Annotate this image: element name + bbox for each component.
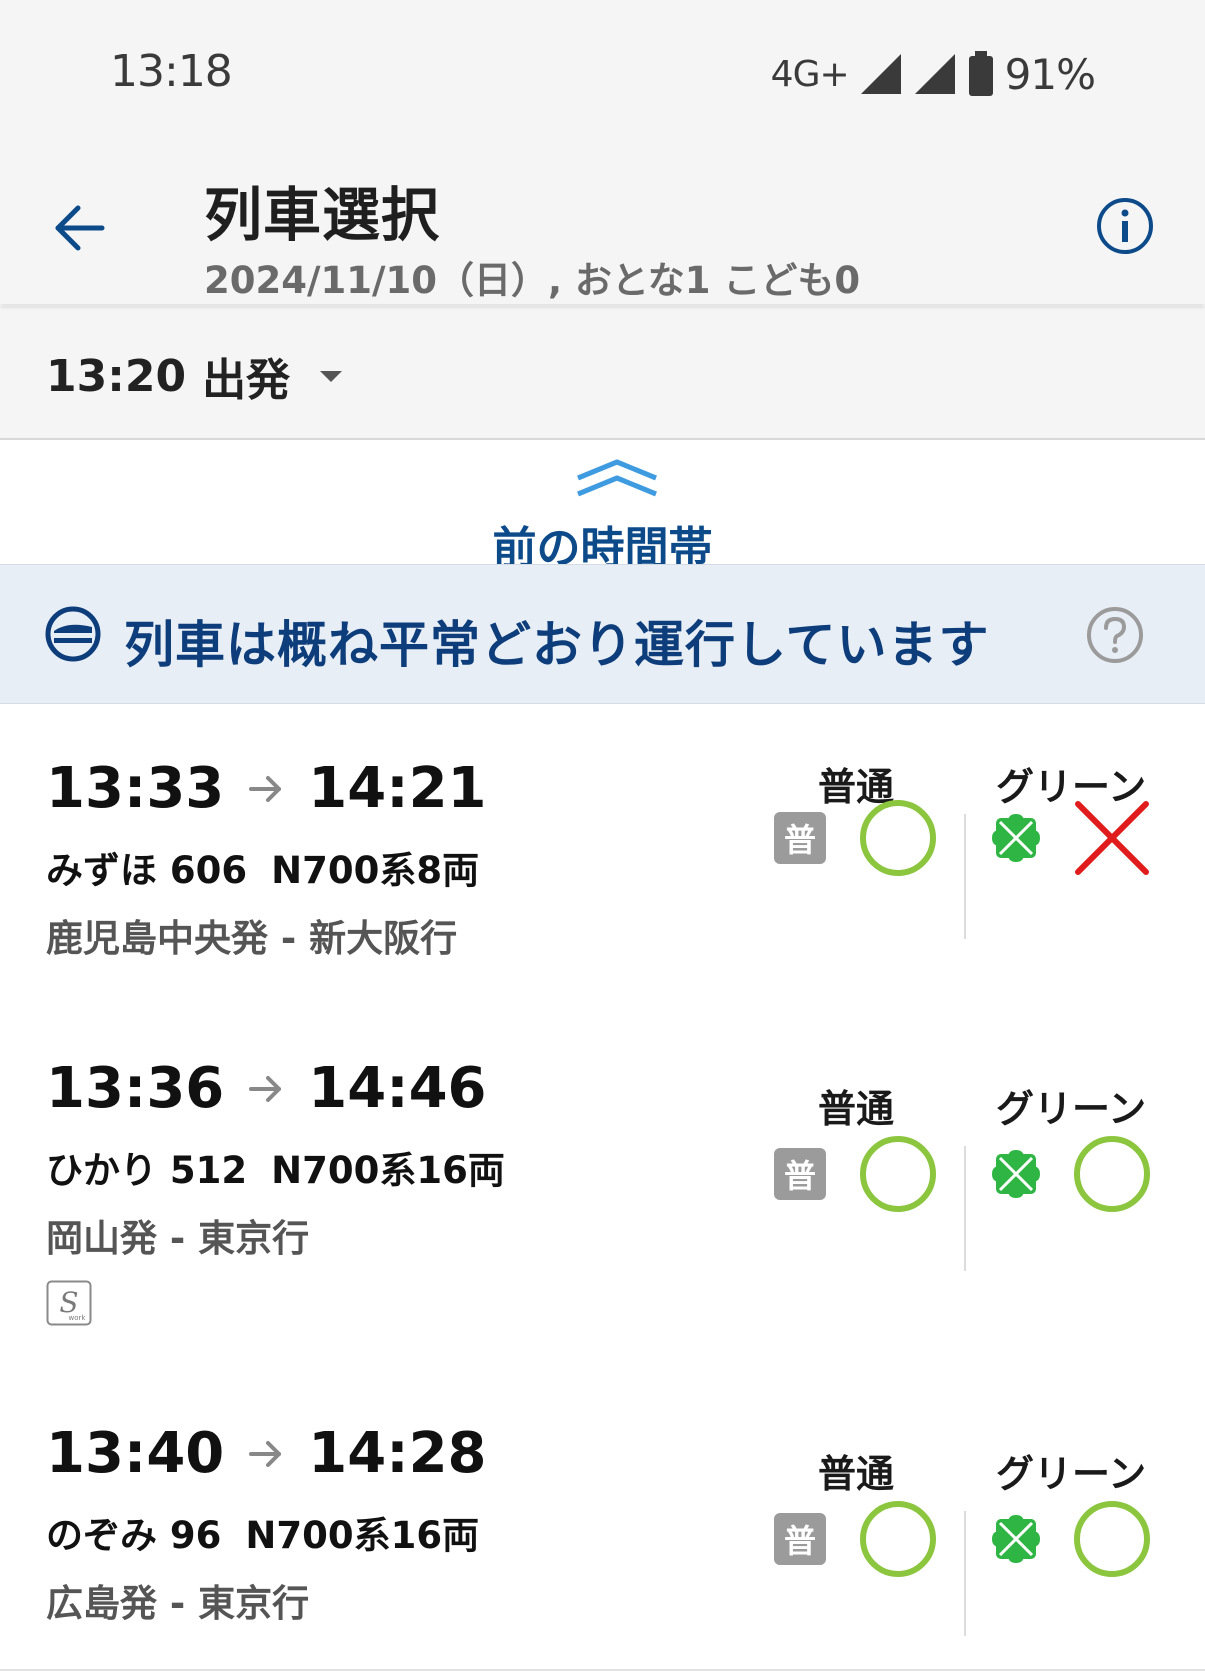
green-car-icon	[992, 1150, 1040, 1198]
status-bar: 13:18 4G+ 91%	[0, 0, 1205, 140]
train-name: ひかり 512 N700系16両	[46, 1140, 505, 1194]
arrow-right-icon	[249, 1075, 282, 1102]
signal-icon	[860, 54, 901, 94]
green-car-icon	[992, 814, 1040, 862]
train-row[interactable]: 13:40 14:28 のぞみ 96 N700系16両広島発 - 東京行 普通 グリー…	[0, 1369, 1205, 1671]
train-number: みずほ 606	[46, 849, 248, 892]
back-arrow-icon[interactable]	[50, 198, 110, 258]
train-car-type: N700系8両	[271, 849, 480, 892]
s-work-icon: Swork	[46, 1280, 92, 1326]
train-route: 鹿児島中央発 - 新大阪行	[46, 917, 458, 960]
green-column-header: グリーン	[996, 1087, 1147, 1131]
green-column-header: グリーン	[996, 1452, 1147, 1496]
page-title: 列車選択	[204, 181, 441, 249]
ordinary-badge: 普	[774, 812, 826, 864]
column-divider	[964, 1146, 966, 1271]
departure-time: 13:36	[46, 1056, 225, 1121]
departure-label: 出発	[202, 355, 291, 406]
train-number: ひかり 512	[46, 1149, 248, 1192]
ordinary-badge: 普	[774, 1148, 826, 1200]
row-times: 13:33 14:21	[46, 756, 487, 821]
ordinary-availability-circle-icon[interactable]	[858, 1499, 938, 1579]
train-name: みずほ 606 N700系8両	[46, 840, 479, 894]
time-selector-bar: 13:20 出発	[0, 306, 1205, 440]
ordinary-column-header: 普通	[818, 1452, 895, 1496]
train-name: のぞみ 96 N700系16両	[46, 1505, 479, 1559]
double-chevron-up-icon	[577, 459, 657, 497]
signal-icon	[914, 54, 955, 94]
battery-percent: 91%	[1004, 49, 1096, 99]
departure-time: 13:40	[46, 1421, 225, 1486]
arrow-right-icon	[249, 1440, 282, 1467]
page-subtitle: 2024/11/10（日）, おとな1 こども0	[204, 259, 861, 302]
info-icon[interactable]	[1095, 196, 1155, 256]
green-availability-circle-icon[interactable]	[1072, 1499, 1152, 1579]
arrow-right-icon	[249, 775, 282, 802]
ordinary-badge: 普	[774, 1513, 826, 1565]
green-availability-circle-icon[interactable]	[1072, 1134, 1152, 1214]
column-divider	[964, 814, 966, 939]
train-status-icon	[45, 606, 101, 662]
arrival-time: 14:28	[308, 1421, 487, 1486]
train-row[interactable]: 13:33 14:21 みずほ 606 N700系8両鹿児島中央発 - 新大阪行 普…	[0, 704, 1205, 1006]
help-icon[interactable]	[1085, 605, 1145, 665]
departure-time: 13:20	[46, 350, 187, 402]
row-times: 13:36 14:46	[46, 1056, 487, 1121]
train-number: のぞみ 96	[46, 1514, 222, 1557]
departure-time: 13:33	[46, 756, 225, 821]
service-status-text: 列車は概ね平常どおり運行しています	[124, 616, 990, 674]
arrival-time: 14:21	[308, 756, 487, 821]
ordinary-availability-circle-icon[interactable]	[858, 1134, 938, 1214]
dropdown-caret-icon	[320, 370, 343, 382]
green-availability-cross-icon	[1075, 801, 1149, 875]
train-route: 岡山発 - 東京行	[46, 1217, 310, 1260]
train-car-type: N700系16両	[245, 1514, 480, 1557]
row-times: 13:40 14:28	[46, 1421, 487, 1486]
status-indicators: 4G+ 91%	[770, 46, 1096, 102]
train-car-type: N700系16両	[271, 1149, 505, 1192]
train-row[interactable]: 13:36 14:46 ひかり 512 N700系16両岡山発 - 東京行 Swor…	[0, 1004, 1205, 1371]
ordinary-availability-circle-icon[interactable]	[858, 798, 938, 878]
svg-text:work: work	[69, 1314, 87, 1322]
battery-icon	[968, 51, 993, 96]
network-type: 4G+	[770, 53, 850, 95]
train-route: 広島発 - 東京行	[46, 1582, 310, 1625]
service-status-banner: 列車は概ね平常どおり運行しています	[0, 564, 1205, 704]
previous-period-button[interactable]: 前の時間帯	[0, 440, 1205, 574]
arrival-time: 14:46	[308, 1056, 487, 1121]
ordinary-column-header: 普通	[818, 1087, 895, 1131]
column-divider	[964, 1511, 966, 1636]
status-time: 13:18	[110, 46, 233, 97]
app-bar: 列車選択 2024/11/10（日）, おとな1 こども0	[0, 140, 1205, 304]
green-car-icon	[992, 1515, 1040, 1563]
departure-time-dropdown[interactable]: 13:20 出発	[46, 344, 343, 408]
